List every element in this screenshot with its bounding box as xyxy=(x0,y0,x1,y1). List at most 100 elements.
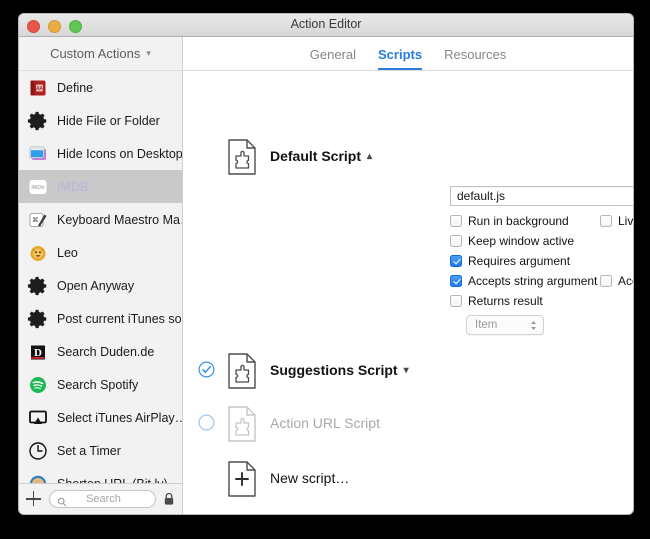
sidebar-item-label: Search Spotify xyxy=(57,377,139,392)
checkbox-box[interactable] xyxy=(450,235,462,247)
sidebar-item-set-a-timer[interactable]: Set a Timer xyxy=(19,434,182,467)
main-panel: General Scripts Resources Default Script… xyxy=(183,37,633,514)
checkbox-box[interactable] xyxy=(450,295,462,307)
sidebar-action-list[interactable]: AA Define Hide File or Folder Hide Icons… xyxy=(19,71,182,483)
gear-icon xyxy=(27,308,49,330)
checkbox-keep-window-active[interactable]: Keep window active xyxy=(450,234,574,248)
checkbox-box[interactable] xyxy=(450,275,462,287)
imdb-icon: IMDb xyxy=(27,176,49,198)
sidebar-item-keyboard-maestro[interactable]: ⌘ Keyboard Maestro Ma… xyxy=(19,203,182,236)
sidebar-item-leo[interactable]: Leo xyxy=(19,236,182,269)
window-titlebar: Action Editor xyxy=(19,14,633,37)
script-document-icon xyxy=(227,353,257,389)
suggestions-script-enable-toggle[interactable] xyxy=(198,361,215,378)
window-title: Action Editor xyxy=(290,17,362,31)
suggestions-script-title[interactable]: Suggestions Script ▾ xyxy=(270,362,409,378)
sidebar-item-label: Shorten URL (Bit.ly) xyxy=(57,477,168,484)
suggestions-script-row: Suggestions Script ▾ xyxy=(183,353,633,389)
search-icon xyxy=(57,494,67,507)
gear-icon xyxy=(27,275,49,297)
dictionary-book-icon: AA xyxy=(27,77,49,99)
checkbox-label: Live feedback enabled xyxy=(618,214,633,228)
checkbox-run-in-background[interactable]: Run in background xyxy=(450,214,569,228)
checkbox-label: Run in background xyxy=(468,214,569,228)
sidebar-item-label: Keyboard Maestro Ma… xyxy=(57,212,182,227)
lock-icon[interactable] xyxy=(163,492,175,506)
svg-text:⌘: ⌘ xyxy=(32,217,38,224)
scripts-pane: Default Script▴ JavaScript Edit xyxy=(183,71,633,514)
new-script-label[interactable]: New script… xyxy=(270,470,349,486)
checkbox-box[interactable] xyxy=(450,255,462,267)
action-editor-window: Action Editor Custom Actions ▾ AA Define… xyxy=(18,13,634,515)
checkbox-label: Requires argument xyxy=(468,254,571,268)
sidebar-item-imdb[interactable]: IMDb IMDB xyxy=(19,170,182,203)
tab-scripts[interactable]: Scripts xyxy=(378,47,423,70)
sidebar-item-label: Define xyxy=(57,80,94,95)
sidebar-item-label: Leo xyxy=(57,245,78,260)
chevron-down-icon: ▾ xyxy=(146,48,151,58)
bitly-icon xyxy=(27,473,49,483)
duden-d-icon: D xyxy=(27,341,49,363)
sidebar-item-label: Set a Timer xyxy=(57,443,121,458)
add-action-button[interactable] xyxy=(26,491,42,507)
sidebar-footer: Search xyxy=(19,483,182,514)
sidebar-item-hide-icons-on-desktop[interactable]: Hide Icons on Desktop xyxy=(19,137,182,170)
checkbox-requires-argument[interactable]: Requires argument xyxy=(450,254,570,268)
chevron-up-icon[interactable]: ▴ xyxy=(367,151,372,162)
svg-text:AA: AA xyxy=(36,86,43,92)
sidebar-item-post-current-itunes-song[interactable]: Post current iTunes so… xyxy=(19,302,182,335)
action-url-script-title[interactable]: Action URL Script xyxy=(270,415,380,431)
svg-text:IMDb: IMDb xyxy=(31,185,45,191)
default-script-title[interactable]: Default Script ▴ xyxy=(270,148,372,164)
sidebar: Custom Actions ▾ AA Define Hide File or … xyxy=(19,37,183,514)
tab-general[interactable]: General xyxy=(310,47,356,70)
sidebar-item-label: Search Duden.de xyxy=(57,344,155,359)
spotify-icon xyxy=(27,374,49,396)
checkbox-accepts-path-argument[interactable]: Accepts path argument xyxy=(600,274,633,288)
checkbox-box[interactable] xyxy=(450,215,462,227)
sidebar-item-search-duden[interactable]: D Search Duden.de xyxy=(19,335,182,368)
sidebar-item-open-anyway[interactable]: Open Anyway xyxy=(19,269,182,302)
checkbox-box[interactable] xyxy=(600,275,612,287)
sidebar-item-label: Hide Icons on Desktop xyxy=(57,146,182,161)
desktop-window-icon xyxy=(27,143,49,165)
checkbox-accepts-string-argument[interactable]: Accepts string argument xyxy=(450,274,597,288)
sidebar-item-define[interactable]: AA Define xyxy=(19,71,182,104)
checkbox-box[interactable] xyxy=(600,215,612,227)
sidebar-item-label: IMDB xyxy=(57,179,89,194)
sidebar-item-label: Select iTunes AirPlay… xyxy=(57,410,182,425)
checkbox-label: Accepts string argument xyxy=(468,274,598,288)
sidebar-item-label: Open Anyway xyxy=(57,278,135,293)
checkbox-label: Keep window active xyxy=(468,234,575,248)
chevron-down-icon[interactable]: ▾ xyxy=(404,365,409,376)
tab-bar: General Scripts Resources xyxy=(183,37,633,71)
clock-icon xyxy=(27,440,49,462)
sidebar-item-shorten-url-bitly[interactable]: Shorten URL (Bit.ly) xyxy=(19,467,182,483)
default-script-filename-value: default.js xyxy=(457,189,506,203)
checkbox-label: Accepts path argument xyxy=(618,274,633,288)
action-url-script-enable-toggle[interactable] xyxy=(198,414,215,431)
checkbox-label: Returns result xyxy=(468,294,543,308)
airplay-icon xyxy=(27,407,49,429)
chevron-updown-icon xyxy=(526,317,541,333)
sidebar-item-label: Post current iTunes so… xyxy=(57,311,182,326)
leo-lion-icon xyxy=(27,242,49,264)
sidebar-item-search-spotify[interactable]: Search Spotify xyxy=(19,368,182,401)
search-input[interactable]: Search xyxy=(49,490,156,508)
sidebar-collection-label: Custom Actions xyxy=(50,46,141,61)
result-type-popup[interactable]: Item xyxy=(466,315,544,335)
checkbox-live-feedback-enabled[interactable]: Live feedback enabled xyxy=(600,214,633,228)
default-script-filename-input[interactable]: default.js xyxy=(450,186,633,206)
new-script-row[interactable]: New script… xyxy=(183,461,633,497)
new-document-plus-icon xyxy=(227,461,257,497)
keyboard-maestro-icon: ⌘ xyxy=(27,209,49,231)
default-script-row: Default Script ▴ xyxy=(183,139,633,175)
checkbox-returns-result[interactable]: Returns result xyxy=(450,294,543,308)
script-document-icon xyxy=(227,139,257,175)
action-url-script-row: Action URL Script xyxy=(183,406,633,442)
sidebar-item-hide-file-or-folder[interactable]: Hide File or Folder xyxy=(19,104,182,137)
sidebar-item-select-itunes-airplay[interactable]: Select iTunes AirPlay… xyxy=(19,401,182,434)
tab-resources[interactable]: Resources xyxy=(444,47,506,70)
sidebar-collection-selector[interactable]: Custom Actions ▾ xyxy=(19,37,182,71)
sidebar-item-label: Hide File or Folder xyxy=(57,113,160,128)
